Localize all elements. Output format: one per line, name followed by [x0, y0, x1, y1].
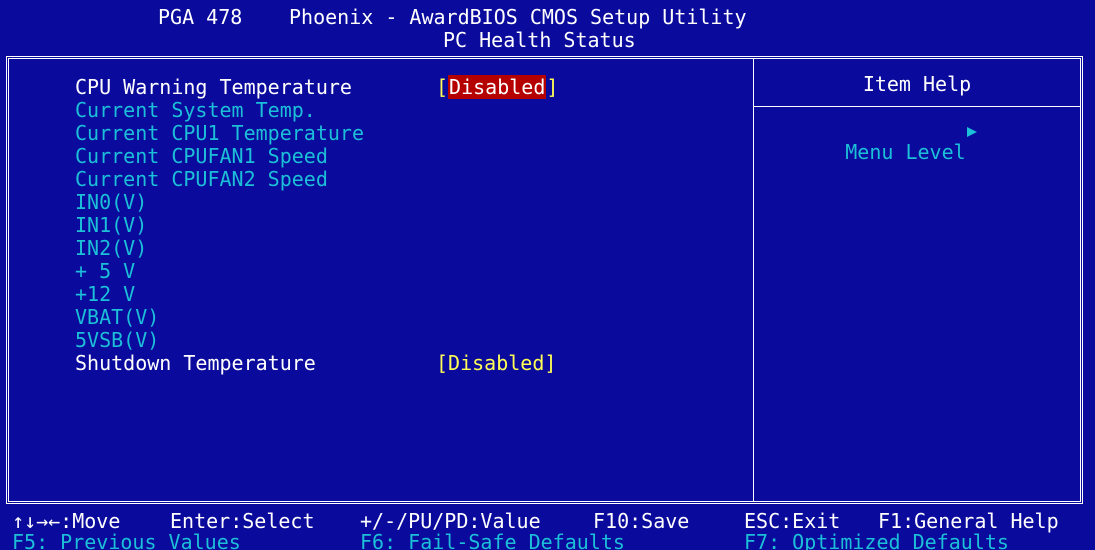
setting-label: Shutdown Temperature — [75, 351, 316, 375]
utility-title: Phoenix - AwardBIOS CMOS Setup Utility — [289, 5, 747, 29]
setting-label: IN2(V) — [75, 236, 148, 260]
key-previous-values: F5: Previous Values — [12, 530, 241, 550]
page-title: PC Health Status — [443, 28, 636, 52]
setting-label: IN1(V) — [75, 213, 148, 237]
panel-divider — [753, 59, 754, 501]
key-value: +/-/PU/PD:Value — [360, 509, 541, 533]
setting-label: VBAT(V) — [75, 305, 160, 329]
setting-label: IN0(V) — [75, 190, 148, 214]
key-fail-safe-defaults: F6: Fail-Safe Defaults — [360, 530, 625, 550]
setting-in0: IN0(V) — [75, 192, 745, 215]
setting-label: CPU Warning Temperature — [75, 75, 352, 99]
setting-5vsb: 5VSB(V) — [75, 330, 745, 353]
setting-vbat: VBAT(V) — [75, 307, 745, 330]
menu-level-label: Menu Level — [845, 140, 966, 164]
board-name: PGA 478 — [158, 5, 243, 29]
key-save: F10:Save — [593, 509, 690, 533]
setting-current-system-temp: Current System Temp. — [75, 100, 745, 123]
menu-level: Menu Level — [773, 121, 977, 205]
key-exit: ESC:Exit — [744, 509, 841, 533]
setting-cpu-warning-temperature[interactable]: CPU Warning Temperature [Disabled] — [75, 75, 745, 100]
key-move: ↑↓→←:Move — [12, 509, 121, 533]
settings-list: CPU Warning Temperature [Disabled] Curre… — [75, 75, 745, 376]
footer-keys: ↑↓→←:Move Enter:Select +/-/PU/PD:Value F… — [0, 504, 1095, 550]
setting-current-cpufan1-speed: Current CPUFAN1 Speed — [75, 146, 745, 169]
key-general-help: F1:General Help — [878, 509, 1059, 533]
setting-label: Current CPU1 Temperature — [75, 121, 364, 145]
header: PGA 478 Phoenix - AwardBIOS CMOS Setup U… — [0, 0, 1095, 56]
setting-label: +12 V — [75, 282, 136, 306]
setting-label: + 5 V — [75, 259, 136, 283]
setting-current-cpufan2-speed: Current CPUFAN2 Speed — [75, 169, 745, 192]
setting-label: 5VSB(V) — [75, 328, 160, 352]
setting-label: Current System Temp. — [75, 98, 316, 122]
setting-value[interactable]: [Disabled] — [436, 353, 556, 374]
setting-plus-5v: + 5 V — [75, 261, 745, 284]
key-optimized-defaults: F7: Optimized Defaults — [744, 530, 1009, 550]
selected-value[interactable]: Disabled — [448, 75, 547, 99]
setting-value[interactable]: [Disabled] — [436, 75, 558, 99]
setting-in2: IN2(V) — [75, 238, 745, 261]
setting-shutdown-temperature[interactable]: Shutdown Temperature [Disabled] — [75, 353, 745, 376]
setting-value-text[interactable]: Disabled — [448, 351, 544, 375]
main-frame: CPU Warning Temperature [Disabled] Curre… — [6, 56, 1083, 504]
key-select: Enter:Select — [170, 509, 315, 533]
item-help-title: Item Help — [862, 72, 972, 96]
right-triangle-icon — [967, 127, 977, 137]
help-divider — [754, 106, 1080, 107]
setting-label: Current CPUFAN1 Speed — [75, 144, 328, 168]
setting-in1: IN1(V) — [75, 215, 745, 238]
setting-label: Current CPUFAN2 Speed — [75, 167, 328, 191]
setting-current-cpu1-temperature: Current CPU1 Temperature — [75, 123, 745, 146]
setting-plus-12v: +12 V — [75, 284, 745, 307]
bios-screen: PGA 478 Phoenix - AwardBIOS CMOS Setup U… — [0, 0, 1095, 550]
